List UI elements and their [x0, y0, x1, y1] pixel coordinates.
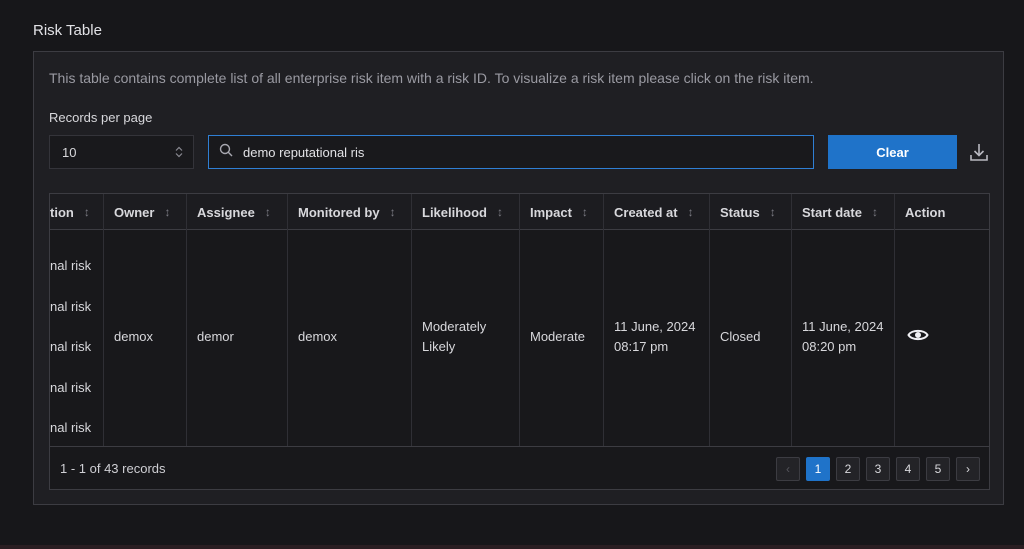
column-label: Owner — [114, 204, 155, 220]
column-label: Action — [905, 204, 946, 220]
cell-impact: Moderate — [520, 230, 604, 446]
column-header-status[interactable]: Status ↕ — [710, 194, 792, 230]
likelihood-line: Likely — [422, 339, 456, 354]
cell-assignee: demor — [187, 230, 288, 446]
search-input[interactable] — [243, 144, 803, 160]
cell-created-at: 11 June, 2024 08:17 pm — [604, 230, 710, 446]
column-label: Start date — [802, 204, 862, 220]
page-button-4[interactable]: 4 — [896, 457, 920, 481]
column-header-created-at[interactable]: Created at ↕ — [604, 194, 710, 230]
column-header-impact[interactable]: Impact ↕ — [520, 194, 604, 230]
cell-likelihood: Moderately Likely — [412, 230, 520, 446]
sort-icon: ↕ — [769, 205, 776, 219]
start-date-date: 11 June, 2024 — [802, 319, 884, 334]
chevron-right-icon: › — [966, 462, 970, 476]
column-header-description[interactable]: tion ↕ — [50, 194, 104, 230]
monitored-by-value: demox — [298, 329, 338, 344]
records-per-page-label: Records per page — [49, 110, 153, 125]
likelihood-line: Moderately — [422, 319, 487, 334]
sort-icon: ↕ — [581, 205, 588, 219]
risk-table-panel: This table contains complete list of all… — [33, 51, 1004, 505]
created-at-time: 08:17 pm — [614, 339, 669, 354]
section-title: Risk Table — [33, 22, 102, 39]
sort-icon: ↕ — [164, 205, 171, 219]
table-header: tion ↕ Owner ↕ Assignee ↕ Monitored by ↕ Lik… — [50, 194, 989, 230]
sort-icon: ↕ — [389, 205, 396, 219]
description-fragment: nal risk — [50, 258, 92, 273]
bottom-divider — [0, 545, 1024, 549]
column-label: Impact — [530, 204, 572, 220]
clear-button[interactable]: Clear — [828, 135, 957, 169]
column-label: Status — [720, 204, 760, 220]
status-value: Closed — [720, 329, 761, 344]
eye-icon[interactable] — [907, 327, 929, 348]
owner-value: demox — [114, 329, 154, 344]
column-header-likelihood[interactable]: Likelihood ↕ — [412, 194, 520, 230]
chevron-left-icon: ‹ — [786, 462, 790, 476]
description-fragment: nal risk — [50, 380, 92, 395]
description-fragment: nal risk — [50, 299, 92, 314]
page-button-5[interactable]: 5 — [926, 457, 950, 481]
column-header-action: Action — [895, 194, 989, 230]
records-per-page-select[interactable]: 10 — [49, 135, 194, 169]
column-label: Assignee — [197, 204, 255, 220]
description-fragment: nal risk — [50, 339, 92, 354]
next-page-button[interactable]: › — [956, 457, 980, 481]
cell-monitored-by: demox — [288, 230, 412, 446]
download-icon[interactable] — [967, 140, 991, 164]
cell-action — [895, 230, 989, 446]
column-label: Created at — [614, 204, 678, 220]
table-description: This table contains complete list of all… — [49, 70, 814, 86]
column-label: Likelihood — [422, 204, 487, 220]
cell-start-date: 11 June, 2024 08:20 pm — [792, 230, 895, 446]
search-icon — [219, 143, 233, 162]
table-footer: 1 - 1 of 43 records ‹ 1 2 3 4 5 › — [50, 446, 989, 489]
column-label: Monitored by — [298, 204, 380, 220]
start-date-time: 08:20 pm — [802, 339, 857, 354]
select-chevron-icon — [175, 146, 183, 158]
records-per-page-value: 10 — [62, 144, 77, 160]
sort-icon: ↕ — [83, 205, 90, 219]
page-button-3[interactable]: 3 — [866, 457, 890, 481]
created-at-date: 11 June, 2024 — [614, 319, 696, 334]
prev-page-button[interactable]: ‹ — [776, 457, 800, 481]
cell-status: Closed — [710, 230, 792, 446]
cell-owner: demox — [104, 230, 187, 446]
column-header-monitored-by[interactable]: Monitored by ↕ — [288, 194, 412, 230]
column-label: tion — [50, 204, 74, 220]
column-header-assignee[interactable]: Assignee ↕ — [187, 194, 288, 230]
sort-icon: ↕ — [264, 205, 271, 219]
description-fragment: nal risk — [50, 420, 92, 435]
page-button-2[interactable]: 2 — [836, 457, 860, 481]
impact-value: Moderate — [530, 329, 585, 344]
column-header-start-date[interactable]: Start date ↕ — [792, 194, 895, 230]
page-button-1[interactable]: 1 — [806, 457, 830, 481]
search-box[interactable] — [208, 135, 814, 169]
sort-icon: ↕ — [497, 205, 503, 219]
pagination: ‹ 1 2 3 4 5 › — [776, 457, 980, 481]
records-count: 1 - 1 of 43 records — [60, 461, 166, 476]
sort-icon: ↕ — [871, 205, 878, 219]
assignee-value: demor — [197, 329, 234, 344]
risk-table: tion ↕ Owner ↕ Assignee ↕ Monitored by ↕ Lik… — [49, 193, 990, 490]
column-header-owner[interactable]: Owner ↕ — [104, 194, 187, 230]
sort-icon: ↕ — [687, 205, 694, 219]
cell-description[interactable]: nal risk nal risk nal risk nal risk nal … — [50, 230, 104, 446]
